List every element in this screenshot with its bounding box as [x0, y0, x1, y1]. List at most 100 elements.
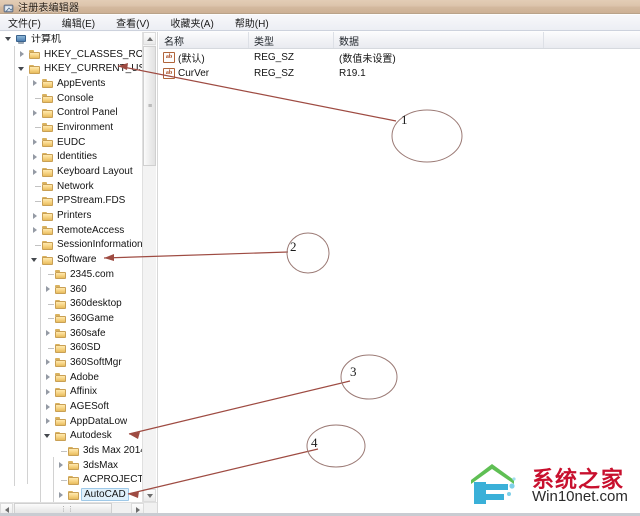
- folder-icon: [41, 195, 54, 206]
- tree-item[interactable]: Control Panel: [0, 105, 143, 120]
- tree-item-label: HKEY_CURRENT_USER: [44, 63, 143, 75]
- watermark-english-text: Win10net.com: [532, 488, 628, 505]
- tree-item[interactable]: 计算机: [0, 32, 143, 47]
- folder-icon: [67, 489, 80, 500]
- tree-item[interactable]: SessionInformation: [0, 238, 143, 253]
- values-list[interactable]: ab (默认) REG_SZ (数值未设置) ab CurVer REG_SZ R19.1: [159, 49, 640, 81]
- tree-item[interactable]: AGESoft: [0, 399, 143, 414]
- tree-item[interactable]: Identities: [0, 150, 143, 165]
- tree-leaf-connector-icon: [43, 341, 54, 355]
- chevron-down-icon[interactable]: [4, 32, 15, 46]
- computer-icon: [15, 34, 28, 45]
- chevron-right-icon[interactable]: [43, 282, 54, 296]
- chevron-right-icon[interactable]: [43, 385, 54, 399]
- menu-file[interactable]: 文件(F): [7, 14, 42, 31]
- menu-edit[interactable]: 编辑(E): [61, 14, 96, 31]
- tree-item[interactable]: Autodesk: [0, 429, 143, 444]
- chevron-right-icon[interactable]: [43, 414, 54, 428]
- chevron-right-icon[interactable]: [17, 47, 28, 61]
- tree-item[interactable]: Environment: [0, 120, 143, 135]
- chevron-right-icon[interactable]: [30, 209, 41, 223]
- tree-item[interactable]: Affinix: [0, 385, 143, 400]
- column-header-data[interactable]: 数据: [334, 32, 544, 48]
- chevron-right-icon[interactable]: [30, 165, 41, 179]
- tree-item[interactable]: EUDC: [0, 135, 143, 150]
- chevron-down-icon[interactable]: [30, 253, 41, 267]
- tree-item[interactable]: Software: [0, 252, 143, 267]
- value-name-cell: ab (默认): [163, 49, 249, 65]
- tree-item[interactable]: Printers: [0, 208, 143, 223]
- registry-tree[interactable]: 计算机 HKEY_CLASSES_ROOT HKEY_CURRENT_USER App…: [0, 32, 143, 502]
- tree-leaf-connector-icon: [43, 297, 54, 311]
- chevron-right-icon[interactable]: [30, 135, 41, 149]
- tree-item[interactable]: 3dsMax: [0, 458, 143, 473]
- tree-item[interactable]: 360SoftMgr: [0, 355, 143, 370]
- chevron-right-icon[interactable]: [30, 106, 41, 120]
- registry-tree-pane: 计算机 HKEY_CLASSES_ROOT HKEY_CURRENT_USER App…: [0, 32, 158, 516]
- chevron-right-icon[interactable]: [43, 355, 54, 369]
- value-data-cell: (数值未设置): [339, 53, 396, 65]
- chevron-right-icon[interactable]: [30, 76, 41, 90]
- folder-icon: [54, 430, 67, 441]
- tree-item[interactable]: 360desktop: [0, 296, 143, 311]
- string-value-icon: ab: [163, 67, 175, 79]
- tree-item-label: Adobe: [70, 371, 99, 383]
- chevron-right-icon[interactable]: [30, 223, 41, 237]
- menu-view[interactable]: 查看(V): [115, 14, 150, 31]
- tree-item-label: Console: [57, 92, 94, 104]
- tree-vertical-scrollbar[interactable]: ≡: [142, 32, 156, 502]
- menu-help[interactable]: 帮助(H): [234, 14, 270, 31]
- chevron-right-icon[interactable]: [56, 488, 67, 502]
- chevron-right-icon[interactable]: [43, 370, 54, 384]
- chevron-right-icon[interactable]: [43, 400, 54, 414]
- folder-icon: [67, 474, 80, 485]
- tree-item-label: AutoCAD: [81, 488, 129, 502]
- tree-item[interactable]: Keyboard Layout: [0, 164, 143, 179]
- tree-item[interactable]: Adobe: [0, 370, 143, 385]
- menu-favorites[interactable]: 收藏夹(A): [169, 14, 214, 31]
- column-header-name[interactable]: 名称: [159, 32, 249, 48]
- window-title: 注册表编辑器: [18, 3, 80, 14]
- chevron-right-icon[interactable]: [56, 458, 67, 472]
- tree-item[interactable]: Network: [0, 179, 143, 194]
- chevron-down-icon[interactable]: [43, 429, 54, 443]
- tree-leaf-connector-icon: [30, 91, 41, 105]
- tree-item-label: 360Game: [70, 312, 114, 324]
- tree-item[interactable]: PPStream.FDS: [0, 194, 143, 209]
- tree-item[interactable]: HKEY_CLASSES_ROOT: [0, 47, 143, 62]
- folder-icon: [41, 78, 54, 89]
- chevron-down-icon[interactable]: [17, 62, 28, 76]
- tree-item[interactable]: Console: [0, 91, 143, 106]
- tree-scroll-up-button[interactable]: [143, 32, 156, 45]
- tree-item[interactable]: AppDataLow: [0, 414, 143, 429]
- registry-values-pane: 名称 类型 数据 ab (默认) REG_SZ (数值未设置) ab CurVer REG_…: [159, 32, 640, 516]
- menu-bar: 文件(F) 编辑(E) 查看(V) 收藏夹(A) 帮助(H): [0, 15, 640, 31]
- tree-item[interactable]: 3ds Max 2014: [0, 443, 143, 458]
- folder-icon: [54, 372, 67, 383]
- chevron-right-icon[interactable]: [30, 150, 41, 164]
- tree-item[interactable]: 360safe: [0, 326, 143, 341]
- tree-leaf-connector-icon: [30, 194, 41, 208]
- folder-icon: [67, 445, 80, 456]
- value-row[interactable]: ab CurVer REG_SZ R19.1: [159, 65, 640, 81]
- tree-item[interactable]: ACPROJECT: [0, 473, 143, 488]
- tree-item[interactable]: 360: [0, 282, 143, 297]
- column-header-type[interactable]: 类型: [249, 32, 334, 48]
- tree-guide-line: [40, 267, 41, 502]
- tree-item[interactable]: AutoCAD: [0, 487, 143, 502]
- tree-item[interactable]: 360Game: [0, 311, 143, 326]
- tree-vertical-scroll-thumb[interactable]: ≡: [143, 46, 156, 166]
- tree-item[interactable]: 2345.com: [0, 267, 143, 282]
- title-bar: 注册表编辑器: [0, 0, 640, 14]
- value-row[interactable]: ab (默认) REG_SZ (数值未设置): [159, 49, 640, 65]
- tree-item[interactable]: HKEY_CURRENT_USER: [0, 61, 143, 76]
- tree-item[interactable]: 360SD: [0, 340, 143, 355]
- tree-item-label: 360safe: [70, 327, 106, 339]
- tree-item[interactable]: AppEvents: [0, 76, 143, 91]
- value-name-cell: ab CurVer: [163, 65, 249, 81]
- chevron-right-icon[interactable]: [43, 326, 54, 340]
- folder-icon: [41, 239, 54, 250]
- tree-item[interactable]: RemoteAccess: [0, 223, 143, 238]
- tree-scroll-down-button[interactable]: [143, 489, 156, 502]
- registry-editor-window: 注册表编辑器 文件(F) 编辑(E) 查看(V) 收藏夹(A) 帮助(H) 计算…: [0, 0, 640, 516]
